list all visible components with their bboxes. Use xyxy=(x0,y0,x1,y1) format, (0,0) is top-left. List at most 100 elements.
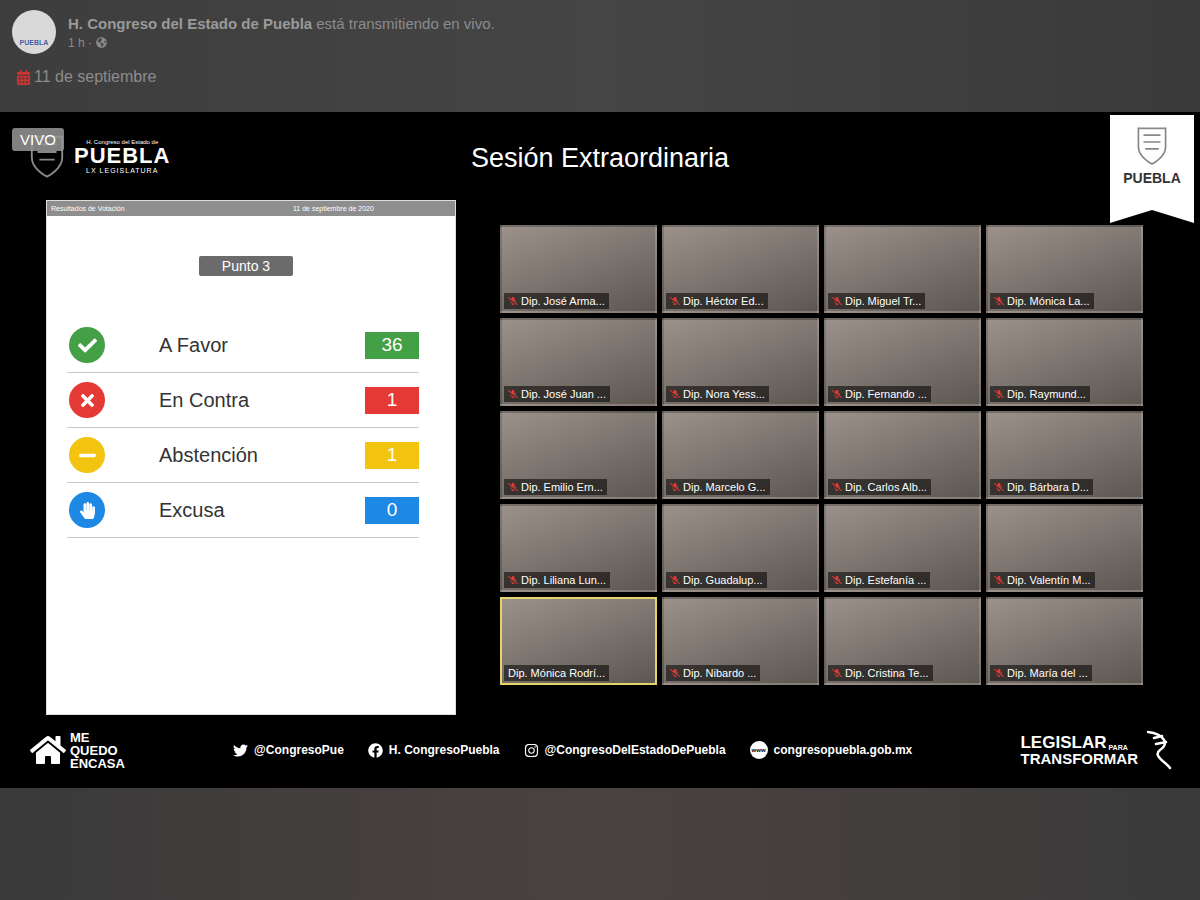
live-badge: VIVO xyxy=(12,128,64,151)
vote-label: Excusa xyxy=(105,499,365,522)
participant-tile[interactable]: Dip. Nora Yess... xyxy=(662,318,819,406)
participant-name: Dip. José Arma... xyxy=(504,293,609,309)
participant-name: Dip. José Juan ... xyxy=(504,386,610,402)
participant-name: Dip. Cristina Te... xyxy=(828,665,933,681)
page: PUEBLA H. Congreso del Estado de Pueblaes… xyxy=(0,0,1200,900)
participant-name: Dip. Mónica Rodrí... xyxy=(504,665,609,681)
participant-tile[interactable]: Dip. Valentín M... xyxy=(986,504,1143,592)
vote-count: 1 xyxy=(365,387,419,414)
mic-off-icon xyxy=(670,389,680,399)
participant-tile[interactable]: Dip. Mónica Rodrí... xyxy=(500,597,657,685)
item-pill: Punto 3 xyxy=(199,256,293,276)
participant-tile[interactable]: Dip. Miguel Tr... xyxy=(824,225,981,313)
vote-row: A Favor36 xyxy=(67,318,419,373)
vote-label: A Favor xyxy=(105,334,365,357)
results-body: Punto 3A Favor36En Contra1Abstención1Exc… xyxy=(47,216,455,538)
mic-off-icon xyxy=(670,296,680,306)
participant-name: Dip. Estefanía ... xyxy=(828,572,930,588)
mic-off-icon xyxy=(994,668,1004,678)
participant-tile[interactable]: Dip. Bárbara D... xyxy=(986,411,1143,499)
results-header: Resultados de Votación11 de septiembre d… xyxy=(47,201,455,216)
participant-tile[interactable]: Dip. Fernando ... xyxy=(824,318,981,406)
video-top: H. Congreso del Estado dePUEBLALX LEGISL… xyxy=(0,112,1200,200)
dragon-icon xyxy=(1144,728,1174,772)
participant-grid: Dip. José Arma... Dip. Héctor Ed... Dip. M… xyxy=(500,225,1143,685)
participant-tile[interactable]: Dip. Raymund... xyxy=(986,318,1143,406)
check-icon xyxy=(69,327,105,363)
social-link[interactable]: wwwcongresopuebla.gob.mx xyxy=(750,741,913,759)
participant-name: Dip. Guadalup... xyxy=(666,572,767,588)
mic-off-icon xyxy=(508,482,518,492)
mic-off-icon xyxy=(994,575,1004,585)
participant-tile[interactable]: Dip. Liliana Lun... xyxy=(500,504,657,592)
participant-name: Dip. Carlos Alb... xyxy=(828,479,931,495)
vote-label: En Contra xyxy=(105,389,365,412)
participant-name: Dip. Fernando ... xyxy=(828,386,931,402)
vote-count: 36 xyxy=(365,332,419,359)
social-link[interactable]: @CongresoDelEstadoDePuebla xyxy=(524,743,726,758)
calendar-icon xyxy=(16,70,31,85)
mic-off-icon xyxy=(508,575,518,585)
author-line: H. Congreso del Estado de Pueblaestá tra… xyxy=(68,15,495,32)
slogan-logo: LEGISLARPARATRANSFORMAR xyxy=(1020,728,1174,772)
participant-name: Dip. María del ... xyxy=(990,665,1092,681)
vote-count: 1 xyxy=(365,442,419,469)
minus-icon xyxy=(69,437,105,473)
avatar[interactable]: PUEBLA xyxy=(12,10,56,54)
author-text: H. Congreso del Estado de Pueblaestá tra… xyxy=(68,15,495,50)
video-frame[interactable]: H. Congreso del Estado dePUEBLALX LEGISL… xyxy=(0,112,1200,788)
crest-icon xyxy=(1135,125,1169,166)
participant-tile[interactable]: Dip. Cristina Te... xyxy=(824,597,981,685)
hand-icon xyxy=(69,492,105,528)
mic-off-icon xyxy=(670,575,680,585)
participant-tile[interactable]: Dip. José Juan ... xyxy=(500,318,657,406)
social-link[interactable]: H. CongresoPuebla xyxy=(368,743,500,758)
congress-logo: H. Congreso del Estado dePUEBLALX LEGISL… xyxy=(0,133,471,179)
mic-off-icon xyxy=(994,296,1004,306)
participant-name: Dip. Bárbara D... xyxy=(990,479,1093,495)
mic-off-icon xyxy=(832,575,842,585)
mic-off-icon xyxy=(832,482,842,492)
vote-label: Abstención xyxy=(105,444,365,467)
author-name[interactable]: H. Congreso del Estado de Puebla xyxy=(68,15,312,32)
mic-off-icon xyxy=(508,296,518,306)
mic-off-icon xyxy=(994,389,1004,399)
participant-name: Dip. Miguel Tr... xyxy=(828,293,925,309)
participant-tile[interactable]: Dip. Marcelo G... xyxy=(662,411,819,499)
corner-badge: PUEBLA xyxy=(1110,115,1194,223)
participant-name: Dip. Nibardo ... xyxy=(666,665,760,681)
participant-tile[interactable]: Dip. Emilio Ern... xyxy=(500,411,657,499)
participant-name: Dip. Liliana Lun... xyxy=(504,572,610,588)
campaign-logo: MEQUEDOENCASA xyxy=(30,731,125,770)
post-header: PUEBLA H. Congreso del Estado de Pueblaes… xyxy=(0,0,1200,112)
video-footer: MEQUEDOENCASA @CongresoPue H. CongresoPueb… xyxy=(0,718,1200,788)
vote-row: Abstención1 xyxy=(67,428,419,483)
facebook-icon xyxy=(368,743,383,758)
participant-tile[interactable]: Dip. Carlos Alb... xyxy=(824,411,981,499)
mic-off-icon xyxy=(670,668,680,678)
mic-off-icon xyxy=(832,668,842,678)
participant-tile[interactable]: Dip. José Arma... xyxy=(500,225,657,313)
post-time[interactable]: 1 h · xyxy=(68,36,495,50)
vote-row: En Contra1 xyxy=(67,373,419,428)
web-icon: www xyxy=(750,741,768,759)
participant-name: Dip. Nora Yess... xyxy=(666,386,769,402)
social-link[interactable]: @CongresoPue xyxy=(233,743,344,758)
participant-tile[interactable]: Dip. María del ... xyxy=(986,597,1143,685)
participant-name: Dip. Marcelo G... xyxy=(666,479,770,495)
participant-tile[interactable]: Dip. Nibardo ... xyxy=(662,597,819,685)
main-row: Resultados de Votación11 de septiembre d… xyxy=(0,200,1200,718)
participant-tile[interactable]: Dip. Guadalup... xyxy=(662,504,819,592)
participant-tile[interactable]: Dip. Estefanía ... xyxy=(824,504,981,592)
mic-off-icon xyxy=(832,296,842,306)
session-title: Sesión Extraordinaria xyxy=(471,139,729,174)
globe-icon xyxy=(96,37,107,48)
participant-name: Dip. Emilio Ern... xyxy=(504,479,607,495)
social-links: @CongresoPue H. CongresoPuebla @CongresoDe… xyxy=(233,741,912,759)
participant-name: Dip. Mónica La... xyxy=(990,293,1094,309)
participant-tile[interactable]: Dip. Mónica La... xyxy=(986,225,1143,313)
logo-text: H. Congreso del Estado dePUEBLALX LEGISL… xyxy=(74,139,170,174)
participant-tile[interactable]: Dip. Héctor Ed... xyxy=(662,225,819,313)
participant-name: Dip. Raymund... xyxy=(990,386,1090,402)
mic-off-icon xyxy=(832,389,842,399)
